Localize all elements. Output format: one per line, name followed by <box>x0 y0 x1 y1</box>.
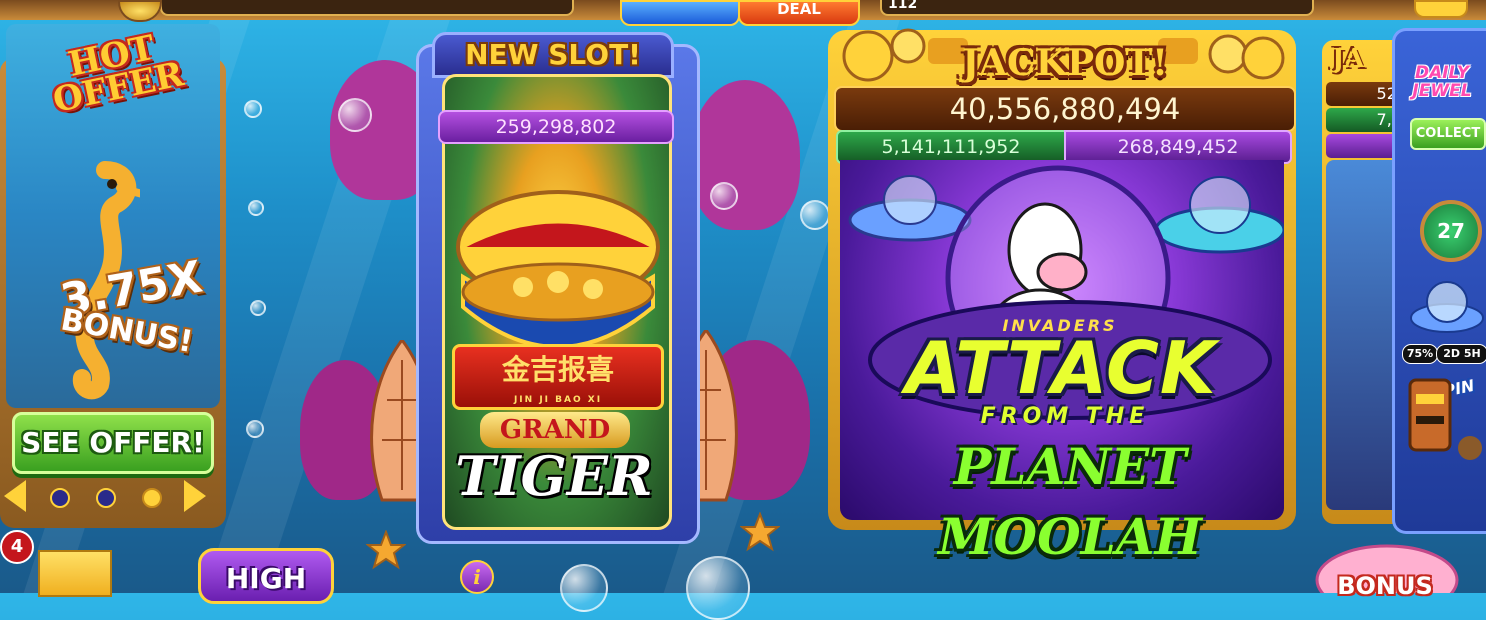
game-title-line2: FROM THE <box>980 404 1150 429</box>
ufo-event-icon[interactable] <box>1408 272 1486 342</box>
pager-next-arrow-icon[interactable] <box>184 480 206 512</box>
pinyin-label: JIN JI BAO XI <box>513 395 603 405</box>
deal-button[interactable]: DEAL <box>738 0 860 26</box>
starfish-icon <box>366 530 406 570</box>
pager-prev-arrow-icon[interactable] <box>4 480 26 512</box>
level-badge[interactable]: 27 <box>1420 200 1482 262</box>
bubble-decoration <box>248 200 264 216</box>
bubble-decoration <box>560 564 608 612</box>
jackpot-title: JACKPOT! <box>962 42 1168 84</box>
coin-balance-field[interactable] <box>160 0 574 16</box>
top-left-button[interactable] <box>620 0 740 26</box>
jackpot-minor-left-value: 5,141,111,952 <box>836 130 1066 164</box>
new-slot-tab: NEW SLOT! <box>432 32 674 78</box>
bubble-decoration <box>338 98 372 132</box>
daily-jewel-title: DAILY JEWEL <box>1412 63 1472 101</box>
game-name-tiger: TIGER <box>455 444 653 508</box>
bubble-decoration <box>246 420 264 438</box>
settings-gear-icon[interactable] <box>1414 0 1468 18</box>
event-progress-badge: 75% <box>1402 344 1438 364</box>
tiki-spin-icon[interactable] <box>1402 372 1482 462</box>
coral-decoration <box>690 80 800 230</box>
mail-count-badge: 4 <box>0 530 34 564</box>
new-slot-jackpot-value: 259,298,802 <box>438 110 674 144</box>
mail-envelope-icon[interactable] <box>38 550 112 597</box>
collect-button[interactable]: COLLECT <box>1410 118 1486 150</box>
pager-dot[interactable] <box>50 488 70 508</box>
starfish-icon <box>740 512 780 552</box>
level-progress-field[interactable]: 112 <box>880 0 1314 16</box>
bubble-decoration <box>800 200 830 230</box>
offer-pager <box>0 476 220 516</box>
high-limit-button[interactable]: HIGH <box>198 548 334 604</box>
bubble-decoration <box>250 300 266 316</box>
bonus-label: BONUS <box>1337 572 1433 600</box>
info-button[interactable]: i <box>460 560 494 594</box>
game-title-line3: PLANET MOOLAH <box>938 437 1202 566</box>
bubble-decoration <box>710 182 738 210</box>
pearl-icon[interactable] <box>686 556 750 620</box>
grand-label: GRAND <box>480 412 630 448</box>
see-offer-button[interactable]: SEE OFFER! <box>12 412 214 474</box>
chinese-title-banner: 金吉报喜 JIN JI BAO XI <box>452 344 664 410</box>
game-title-line1: ATTACK <box>905 326 1217 410</box>
pager-dot[interactable] <box>96 488 116 508</box>
pager-dot-active[interactable] <box>142 488 162 508</box>
event-timer-badge: 2D 5H <box>1436 344 1486 364</box>
partial-card-title: JA <box>1332 44 1365 74</box>
jackpot-minor-right-value: 268,849,452 <box>1064 130 1292 164</box>
bubble-decoration <box>244 100 262 118</box>
jackpot-main-value: 40,556,880,494 <box>834 86 1296 132</box>
level-counter: 112 <box>888 0 918 12</box>
